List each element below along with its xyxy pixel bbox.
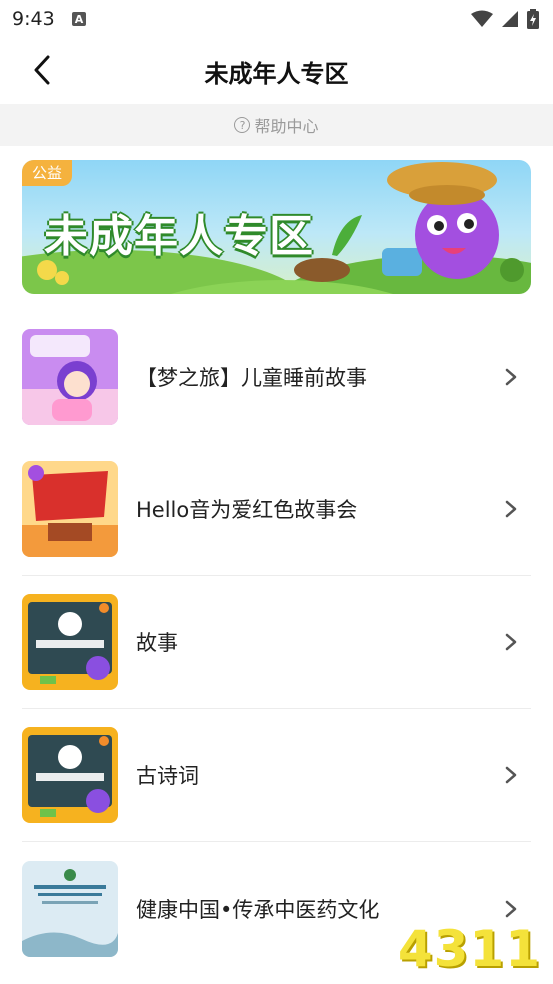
- poster-thumbnail: [22, 860, 118, 957]
- red-story-thumbnail: [22, 461, 118, 557]
- program-list: 【梦之旅】儿童睡前故事 Hello音为爱红色故事会 故事 古诗词 健康中国•传承…: [22, 310, 531, 975]
- list-item[interactable]: 古诗词: [22, 709, 531, 842]
- chevron-right-icon: [505, 899, 525, 919]
- public-welfare-tag: 公益: [22, 160, 73, 186]
- banner-title: 未成年人专区: [44, 211, 314, 262]
- battery-icon: [527, 9, 539, 29]
- minor-zone-banner[interactable]: 公益 未成年人专区: [22, 160, 531, 294]
- help-center-label: 帮助中心: [254, 117, 319, 136]
- list-item-title: 古诗词: [136, 764, 199, 788]
- page-title: 未成年人专区: [204, 59, 349, 88]
- notification-a-icon: A: [71, 11, 87, 27]
- cartoon-girl-thumbnail: [22, 328, 118, 425]
- list-item[interactable]: 故事: [22, 576, 531, 709]
- list-item-title: 故事: [136, 631, 178, 655]
- list-item[interactable]: Hello音为爱红色故事会: [22, 443, 531, 576]
- volunteer-board-thumbnail: [22, 594, 118, 690]
- list-item[interactable]: 【梦之旅】儿童睡前故事: [22, 310, 531, 443]
- wifi-icon: [471, 10, 493, 28]
- status-right: [471, 9, 539, 29]
- chevron-right-icon: [505, 765, 525, 785]
- status-time: 9:43: [12, 8, 55, 30]
- volunteer-board-thumbnail: [22, 727, 118, 823]
- chevron-right-icon: [505, 367, 525, 387]
- status-left: 9:43 A: [12, 8, 87, 30]
- list-item-title: Hello音为爱红色故事会: [136, 498, 358, 522]
- navigation-bar: 未成年人专区: [0, 38, 553, 104]
- list-item-title: 【梦之旅】儿童睡前故事: [136, 365, 367, 390]
- chevron-left-icon: [33, 55, 51, 89]
- question-circle-icon: ?: [234, 117, 251, 133]
- list-item-title: 健康中国•传承中医药文化: [136, 897, 380, 922]
- signal-icon: [501, 10, 519, 28]
- watermark-logo: 4311: [397, 920, 541, 978]
- chevron-right-icon: [505, 632, 525, 652]
- svg-text:A: A: [74, 13, 83, 26]
- status-bar: 9:43 A: [0, 0, 553, 38]
- chevron-right-icon: [505, 499, 525, 519]
- back-button[interactable]: [22, 52, 62, 92]
- help-center-link[interactable]: ? 帮助中心: [0, 104, 553, 146]
